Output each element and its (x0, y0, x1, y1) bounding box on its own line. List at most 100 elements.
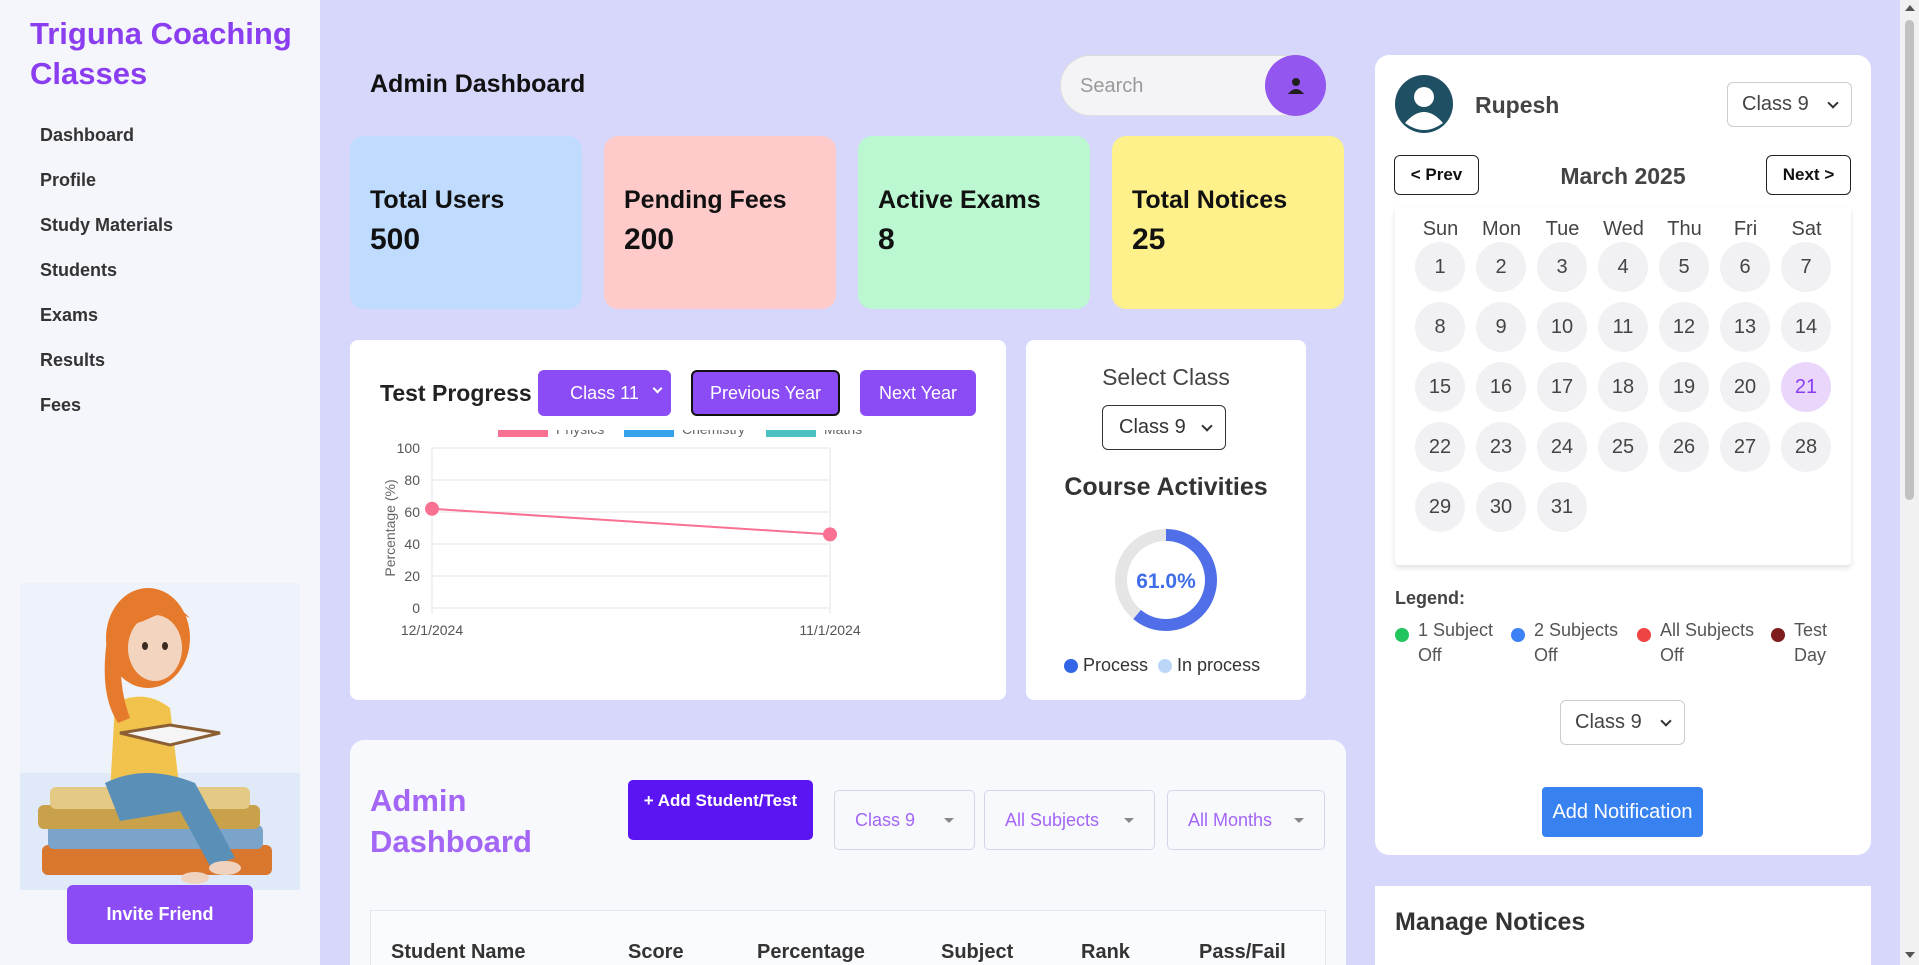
column-student-name[interactable]: Student Name (391, 941, 525, 964)
sidebar-item-study-materials[interactable]: Study Materials (40, 213, 173, 258)
user-profile-button[interactable] (1265, 55, 1326, 116)
class-select[interactable]: Class 9 (1727, 82, 1852, 127)
column-pass-fail[interactable]: Pass/Fail (1199, 941, 1286, 964)
donut-legend: Process In process (1064, 655, 1260, 676)
stat-label: Total Users (370, 186, 505, 214)
calendar-day[interactable]: 16 (1476, 362, 1526, 412)
y-tick-label: 80 (404, 472, 420, 488)
calendar-day[interactable]: 22 (1415, 422, 1465, 472)
class-select-value: Class 9 (1575, 711, 1642, 733)
calendar-panel: Rupesh Class 9 < Prev March 2025 Next > … (1375, 55, 1871, 855)
column-score[interactable]: Score (628, 941, 684, 964)
column-subject[interactable]: Subject (941, 941, 1013, 964)
legend-item-process: Process (1064, 655, 1148, 676)
previous-year-button[interactable]: Previous Year (691, 370, 840, 416)
weekday-wed: Wed (1603, 218, 1644, 240)
scroll-down-arrow-icon[interactable] (1905, 952, 1915, 958)
stat-label: Active Exams (878, 186, 1041, 214)
stat-label: Pending Fees (624, 186, 787, 214)
calendar-day[interactable]: 20 (1720, 362, 1770, 412)
filter-class-select[interactable]: Class 9 (834, 790, 975, 850)
class-select[interactable]: Class 11 (538, 370, 671, 416)
calendar-day[interactable]: 8 (1415, 302, 1465, 352)
calendar-day[interactable]: 23 (1476, 422, 1526, 472)
filter-subject-select[interactable]: All Subjects (984, 790, 1155, 850)
legend-dot (1511, 628, 1525, 642)
data-point (425, 501, 439, 516)
sidebar-item-dashboard[interactable]: Dashboard (40, 123, 173, 168)
calendar-day[interactable]: 2 (1476, 242, 1526, 292)
calendar-day[interactable]: 27 (1720, 422, 1770, 472)
caret-down-icon (944, 818, 954, 823)
calendar-day[interactable]: 28 (1781, 422, 1831, 472)
calendar-day[interactable]: 9 (1476, 302, 1526, 352)
weekday-fri: Fri (1733, 218, 1758, 240)
sidebar-item-fees[interactable]: Fees (40, 393, 173, 438)
y-tick-label: 20 (404, 568, 420, 584)
legend-item-in-process: In process (1158, 655, 1260, 676)
test-progress-card: Test Progress Class 11 Previous Year Nex… (350, 340, 1006, 700)
calendar-day[interactable]: 3 (1537, 242, 1587, 292)
calendar-day[interactable]: 31 (1537, 482, 1587, 532)
filter-value: All Subjects (1005, 809, 1100, 830)
calendar-day[interactable]: 25 (1598, 422, 1648, 472)
calendar-day[interactable]: 12 (1659, 302, 1709, 352)
calendar-day[interactable]: 18 (1598, 362, 1648, 412)
calendar-day[interactable]: 26 (1659, 422, 1709, 472)
calendar-next-button[interactable]: Next > (1766, 155, 1851, 195)
filter-value: All Months (1188, 809, 1273, 830)
sidebar-item-profile[interactable]: Profile (40, 168, 173, 213)
calendar-day[interactable]: 15 (1415, 362, 1465, 412)
calendar-day[interactable]: 30 (1476, 482, 1526, 532)
legend-item-1-subject-off: 1 Subject Off (1395, 618, 1505, 668)
sidebar-item-exams[interactable]: Exams (40, 303, 173, 348)
legend-swatch (624, 430, 674, 437)
calendar-day[interactable]: 24 (1537, 422, 1587, 472)
chevron-down-icon (1827, 97, 1839, 109)
sidebar-item-results[interactable]: Results (40, 348, 173, 393)
scrollbar-thumb[interactable] (1905, 20, 1914, 500)
invite-friend-button[interactable]: Invite Friend (67, 885, 253, 944)
stat-value: 500 (370, 223, 421, 256)
calendar-day[interactable]: 17 (1537, 362, 1587, 412)
sidebar-item-students[interactable]: Students (40, 258, 173, 303)
calendar-day[interactable]: 4 (1598, 242, 1648, 292)
series-line-physics (431, 507, 831, 536)
search-input[interactable] (1080, 71, 1250, 101)
column-rank[interactable]: Rank (1081, 941, 1130, 964)
add-student-test-button[interactable]: + Add Student/Test (628, 780, 813, 840)
calendar-day[interactable]: 14 (1781, 302, 1831, 352)
x-tick-label: 11/1/2024 (799, 622, 860, 638)
calendar-day[interactable]: 19 (1659, 362, 1709, 412)
calendar-day[interactable]: 11 (1598, 302, 1648, 352)
notification-class-select[interactable]: Class 9 (1560, 700, 1685, 745)
calendar-day[interactable]: 1 (1415, 242, 1465, 292)
stat-value: 200 (624, 223, 675, 256)
calendar-day[interactable]: 21 (1781, 362, 1831, 412)
calendar-day[interactable]: 6 (1720, 242, 1770, 292)
course-activities-title: Course Activities (1064, 473, 1268, 501)
calendar-day[interactable]: 5 (1659, 242, 1709, 292)
column-percentage[interactable]: Percentage (757, 941, 865, 964)
calendar-day[interactable]: 29 (1415, 482, 1465, 532)
manage-notices-title: Manage Notices (1395, 908, 1586, 936)
user-name: Rupesh (1475, 92, 1560, 118)
test-progress-chart: Physics Chemistry Maths 0 20 40 60 80 100 12/1/2… (382, 430, 862, 638)
scroll-up-arrow-icon[interactable] (1905, 5, 1915, 11)
legend-dot (1395, 628, 1409, 642)
next-year-button[interactable]: Next Year (860, 370, 976, 416)
add-notification-button[interactable]: Add Notification (1542, 787, 1703, 837)
stat-card-pending-fees: Pending Fees 200 (604, 136, 836, 309)
stat-card-active-exams: Active Exams 8 (858, 136, 1090, 309)
calendar-day[interactable]: 10 (1537, 302, 1587, 352)
page-scrollbar[interactable] (1900, 0, 1919, 965)
y-tick-label: 100 (397, 440, 421, 456)
admin-dashboard-panel: Admin Dashboard + Add Student/Test Class… (350, 740, 1346, 965)
calendar-day[interactable]: 7 (1781, 242, 1831, 292)
calendar-day[interactable]: 13 (1720, 302, 1770, 352)
legend-dot (1771, 628, 1785, 642)
filter-month-select[interactable]: All Months (1167, 790, 1325, 850)
class-select[interactable]: Class 9 (1102, 405, 1226, 450)
stat-value: 25 (1132, 223, 1166, 256)
admin-dashboard-title: Admin Dashboard (370, 783, 532, 859)
